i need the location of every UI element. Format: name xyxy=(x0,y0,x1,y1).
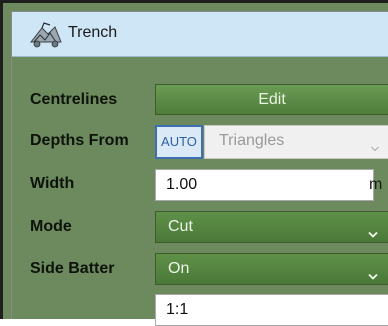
width-value: 1.00 xyxy=(166,176,198,193)
side-batter-value: On xyxy=(168,260,190,277)
trench-panel-body: Trench Centrelines Edit Depths From AUTO… xyxy=(11,11,388,326)
trench-icon xyxy=(28,20,64,50)
side-batter-label: Side Batter xyxy=(30,260,115,277)
trench-panel: Trench Centrelines Edit Depths From AUTO… xyxy=(0,0,388,326)
depths-from-value: Triangles xyxy=(219,132,285,149)
width-input[interactable]: 1.00 xyxy=(155,169,374,201)
auto-toggle[interactable]: AUTO xyxy=(155,125,203,159)
mode-value: Cut xyxy=(168,218,193,235)
centrelines-label: Centrelines xyxy=(30,91,118,108)
side-batter-dropdown[interactable]: On xyxy=(155,253,388,285)
panel-header[interactable]: Trench xyxy=(12,12,388,57)
width-label: Width xyxy=(30,175,75,192)
chevron-down-icon xyxy=(368,225,378,238)
side-batter-ratio-value: 1:1 xyxy=(166,301,189,318)
depths-from-dropdown: Triangles xyxy=(204,125,388,159)
panel-title: Trench xyxy=(68,24,118,41)
edit-centrelines-button[interactable]: Edit xyxy=(155,84,388,115)
width-unit: m xyxy=(369,176,383,193)
depths-from-label: Depths From xyxy=(30,132,129,149)
mode-dropdown[interactable]: Cut xyxy=(155,211,388,243)
side-batter-ratio-input[interactable]: 1:1 xyxy=(155,294,388,326)
chevron-down-icon xyxy=(371,139,379,152)
mode-label: Mode xyxy=(30,218,72,235)
chevron-down-icon xyxy=(368,267,378,280)
